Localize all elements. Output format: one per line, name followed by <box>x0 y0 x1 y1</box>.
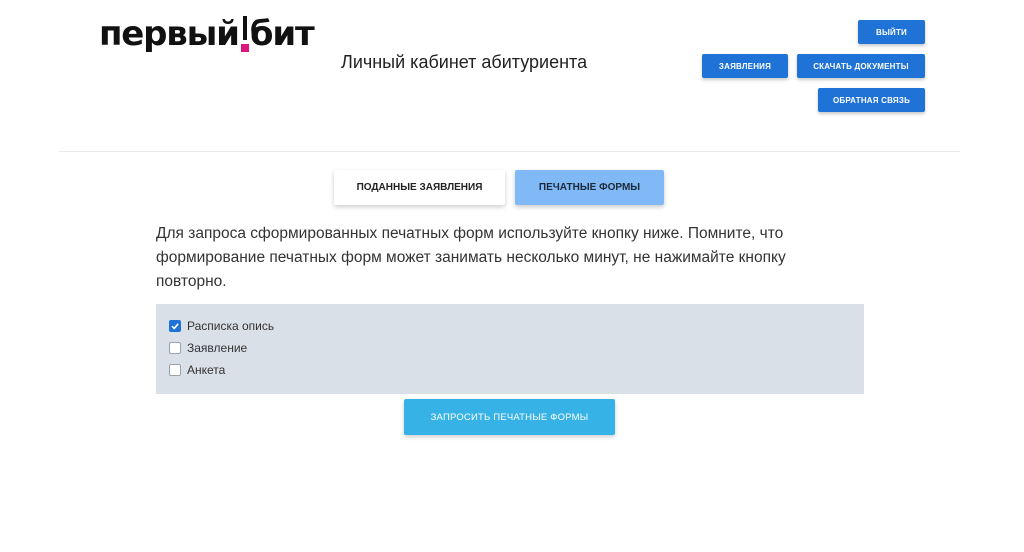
info-text: Для запроса сформированных печатных форм… <box>156 225 786 290</box>
checkbox-label: Заявление <box>187 341 248 355</box>
brand-logo: первый бит <box>99 14 315 54</box>
header-divider <box>59 151 960 152</box>
checkbox-label: Анкета <box>187 363 226 377</box>
tab-submitted-applications[interactable]: Поданные заявления <box>334 170 505 205</box>
checkbox[interactable] <box>169 320 181 332</box>
form-option-receipt[interactable]: Расписка опись <box>169 318 274 334</box>
logo-accent-dot <box>240 44 249 52</box>
form-option-application[interactable]: Заявление <box>169 340 247 356</box>
checkbox[interactable] <box>169 364 181 376</box>
logo-separator <box>240 14 249 54</box>
check-icon <box>171 323 179 330</box>
checkbox[interactable] <box>169 342 181 354</box>
request-print-forms-button[interactable]: Запросить печатные формы <box>404 399 615 435</box>
page-title: Личный кабинет абитуриента <box>341 52 588 72</box>
applications-button[interactable]: Заявления <box>702 54 788 78</box>
tab-print-forms[interactable]: Печатные формы <box>515 170 664 205</box>
checkbox-label: Расписка опись <box>187 319 275 333</box>
form-option-questionnaire[interactable]: Анкета <box>169 362 225 378</box>
logo-text-left: первый <box>99 14 240 54</box>
print-forms-panel: Расписка опись Заявление Анкета <box>156 304 864 394</box>
feedback-button[interactable]: Обратная связь <box>818 88 925 112</box>
logo-text-right: бит <box>249 14 315 54</box>
logout-button[interactable]: Выйти <box>858 20 925 44</box>
download-documents-button[interactable]: Скачать документы <box>797 54 925 78</box>
